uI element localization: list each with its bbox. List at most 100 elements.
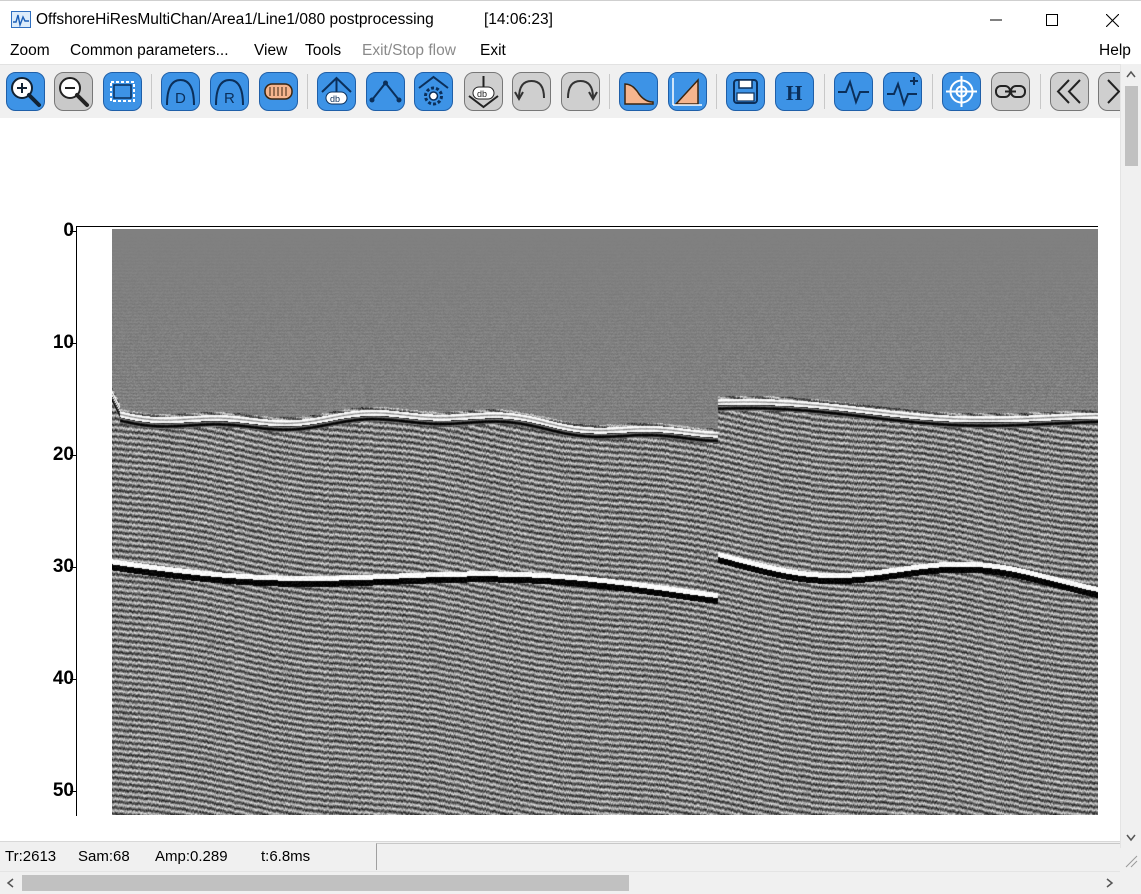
toolbar-separator	[609, 74, 610, 109]
depth-tick-label: 50	[52, 780, 74, 801]
r-curve-button[interactable]: R	[210, 72, 249, 111]
db-up-icon: db	[317, 72, 356, 111]
toolbar-separator	[1040, 74, 1041, 109]
rotate-right-icon	[561, 72, 600, 111]
sample-readout: Sam:68	[78, 848, 130, 865]
toolbar-separator	[307, 74, 308, 109]
trace-readout: Tr:2613	[5, 848, 57, 865]
area-fill-icon	[619, 72, 658, 111]
menu-bar: Zoom Common parameters... View Tools Exi…	[0, 38, 1141, 64]
wiggle-icon	[834, 72, 873, 111]
zoom-in-button[interactable]	[6, 72, 45, 111]
depth-tick	[70, 455, 76, 456]
horizontal-scroll-thumb[interactable]	[22, 875, 629, 891]
app-waveform-icon	[11, 11, 31, 28]
depth-tick-label: 30	[52, 556, 74, 577]
db-down-button[interactable]: db	[464, 72, 503, 111]
svg-text:H: H	[786, 81, 802, 105]
zoom-out-button[interactable]	[54, 72, 93, 111]
vertical-scroll-thumb[interactable]	[1125, 86, 1138, 166]
seismic-view[interactable]: 0 10 20 30 40 50	[0, 118, 1120, 841]
rewind-button[interactable]	[1050, 72, 1089, 111]
depth-axis-line	[76, 226, 77, 816]
rotate-left-icon	[512, 72, 551, 111]
toolbar: D R db db H	[0, 64, 1120, 118]
depth-tick-label: 20	[52, 444, 74, 465]
crosshair-icon	[942, 72, 981, 111]
link-button[interactable]	[991, 72, 1030, 111]
rewind-icon	[1050, 72, 1089, 111]
menu-help[interactable]: Help	[1099, 42, 1131, 60]
link-icon	[991, 72, 1030, 111]
slope-button[interactable]	[668, 72, 707, 111]
crosshair-button[interactable]	[942, 72, 981, 111]
menu-view[interactable]: View	[254, 42, 287, 60]
d-curve-icon: D	[161, 72, 200, 111]
forward-button[interactable]	[1098, 72, 1120, 111]
top-axis-line	[76, 226, 1098, 227]
menu-common-parameters[interactable]: Common parameters...	[70, 42, 229, 60]
size-grip[interactable]	[1120, 848, 1141, 894]
title-bar: OffshoreHiResMultiChan/Area1/Line1/080 p…	[0, 0, 1141, 38]
menu-tools[interactable]: Tools	[305, 42, 341, 60]
toolbar-separator	[824, 74, 825, 109]
gear-up-button[interactable]	[414, 72, 453, 111]
time-readout: t:6.8ms	[261, 848, 311, 865]
db-down-icon: db	[464, 72, 503, 111]
minimize-icon	[990, 19, 1002, 21]
peak-line-button[interactable]	[366, 72, 405, 111]
maximize-button[interactable]	[1024, 1, 1080, 39]
slope-icon	[668, 72, 707, 111]
close-button[interactable]	[1084, 1, 1140, 39]
scroll-left-icon[interactable]	[6, 878, 14, 888]
area-fill-button[interactable]	[619, 72, 658, 111]
depth-tick-label: 10	[52, 332, 74, 353]
rotate-right-button[interactable]	[561, 72, 600, 111]
wiggle-plus-icon	[883, 72, 922, 111]
fit-screen-icon	[103, 72, 142, 111]
zoom-in-icon	[6, 72, 45, 111]
window-title: OffshoreHiResMultiChan/Area1/Line1/080 p…	[36, 11, 434, 28]
gain-bar-button[interactable]	[259, 72, 298, 111]
amplitude-readout: Amp:0.289	[155, 848, 228, 865]
gain-bar-icon	[259, 72, 298, 111]
vertical-scrollbar[interactable]	[1120, 64, 1141, 848]
db-up-button[interactable]: db	[317, 72, 356, 111]
svg-text:R: R	[224, 90, 235, 107]
depth-tick	[70, 679, 76, 680]
svg-text:db: db	[330, 94, 340, 104]
svg-text:D: D	[175, 90, 186, 107]
menu-exit-stop-flow[interactable]: Exit/Stop flow	[362, 42, 456, 60]
seismic-section-image[interactable]	[112, 229, 1098, 815]
depth-tick	[70, 231, 76, 232]
header-button[interactable]: H	[775, 72, 814, 111]
svg-text:db: db	[477, 89, 487, 99]
scroll-down-icon[interactable]	[1126, 834, 1136, 842]
depth-tick-label: 40	[52, 668, 74, 689]
d-curve-button[interactable]: D	[161, 72, 200, 111]
peak-line-icon	[366, 72, 405, 111]
save-button[interactable]	[726, 72, 765, 111]
rotate-left-button[interactable]	[512, 72, 551, 111]
header-icon: H	[775, 72, 814, 111]
scroll-up-icon[interactable]	[1126, 70, 1136, 78]
wiggle-plus-button[interactable]	[883, 72, 922, 111]
menu-exit[interactable]: Exit	[480, 42, 506, 60]
menu-zoom[interactable]: Zoom	[10, 42, 50, 60]
toolbar-separator	[151, 74, 152, 109]
depth-tick	[70, 791, 76, 792]
clock-label: [14:06:23]	[484, 11, 553, 28]
resize-grip-icon	[1125, 855, 1138, 868]
wiggle-button[interactable]	[834, 72, 873, 111]
maximize-icon	[1046, 14, 1058, 26]
forward-icon	[1098, 72, 1120, 111]
scroll-right-icon[interactable]	[1106, 878, 1114, 888]
depth-tick	[70, 567, 76, 568]
depth-tick-label: 0	[63, 220, 74, 241]
minimize-button[interactable]	[968, 1, 1024, 39]
r-curve-icon: R	[210, 72, 249, 111]
horizontal-scrollbar[interactable]	[0, 871, 1120, 894]
fit-screen-button[interactable]	[103, 72, 142, 111]
toolbar-separator	[716, 74, 717, 109]
depth-tick	[70, 343, 76, 344]
